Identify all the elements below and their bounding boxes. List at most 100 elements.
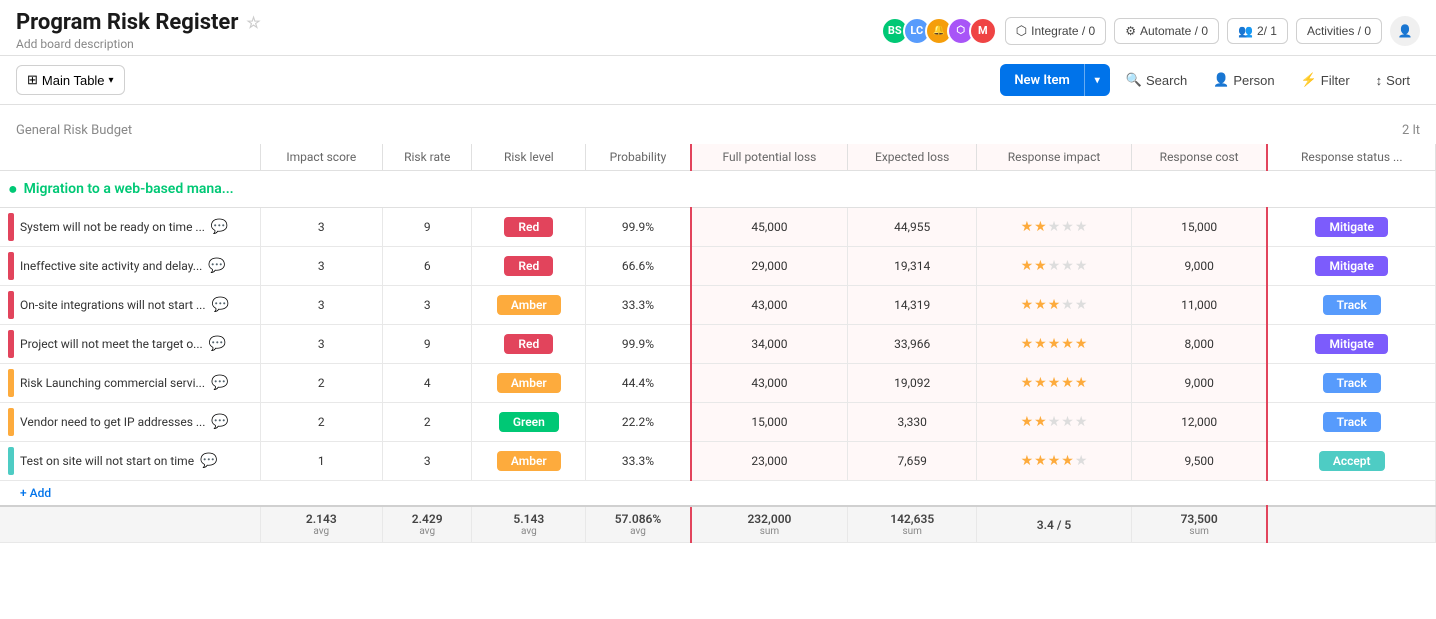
sort-button[interactable]: ↕ Sort	[1366, 67, 1420, 94]
star-2: ★	[1034, 414, 1047, 430]
star-1: ★	[1021, 258, 1034, 274]
user-icon: 👤	[1398, 24, 1413, 38]
group-header-row: ● Migration to a web-based mana...	[0, 171, 1436, 208]
row-text-0: System will not be ready on time ...	[20, 220, 205, 234]
comment-icon-3[interactable]: 💬	[209, 336, 226, 352]
status-badge-4: Track	[1323, 373, 1381, 393]
person-label: Person	[1233, 73, 1274, 88]
color-bar-3	[8, 330, 14, 358]
status-badge-2: Track	[1323, 295, 1381, 315]
footer-risk-rate-val: 2.429	[412, 512, 443, 526]
comment-icon-6[interactable]: 💬	[200, 453, 217, 469]
user-profile-button[interactable]: 👤	[1390, 16, 1420, 46]
star-1: ★	[1021, 297, 1034, 313]
filter-label: Filter	[1321, 73, 1350, 88]
comment-icon-1[interactable]: 💬	[208, 258, 225, 274]
filter-button[interactable]: ⚡ Filter	[1291, 66, 1360, 94]
risk-badge-5: Green	[499, 412, 559, 432]
footer-impact-label: avg	[313, 526, 329, 537]
cell-response-status-1: Mitigate	[1267, 247, 1435, 286]
col-header-response-cost: Response cost	[1131, 144, 1267, 171]
star-5: ★	[1075, 453, 1088, 469]
star-2: ★	[1034, 336, 1047, 352]
status-badge-1: Mitigate	[1315, 256, 1388, 276]
star-4: ★	[1061, 297, 1074, 313]
col-header-full-potential-loss: Full potential loss	[691, 144, 848, 171]
header-left: Program Risk Register ☆ Add board descri…	[16, 10, 261, 51]
cell-impact-score-5: 2	[260, 403, 383, 442]
star-2: ★	[1034, 453, 1047, 469]
col-header-expected-loss: Expected loss	[848, 144, 977, 171]
row-text-6: Test on site will not start on time	[20, 454, 194, 468]
cell-risk-rate-6: 3	[383, 442, 472, 481]
cell-risk-rate-1: 6	[383, 247, 472, 286]
activities-button[interactable]: Activities / 0	[1296, 18, 1382, 44]
cell-expected-loss-1: 19,314	[848, 247, 977, 286]
board-title-text: Program Risk Register	[16, 10, 238, 35]
risk-badge-4: Amber	[497, 373, 561, 393]
content: General Risk Budget 2 lt Impact score Ri…	[0, 105, 1436, 555]
cell-expected-loss-5: 3,330	[848, 403, 977, 442]
col-header-impact-score: Impact score	[260, 144, 383, 171]
footer-el-label: sum	[902, 526, 921, 537]
star-1: ★	[1021, 219, 1034, 235]
cell-name-4: Risk Launching commercial servi... 💬	[0, 364, 260, 403]
filter-icon: ⚡	[1301, 72, 1317, 88]
footer-risk-rate-label: avg	[419, 526, 435, 537]
cell-full-potential-loss-6: 23,000	[691, 442, 848, 481]
cell-impact-score-4: 2	[260, 364, 383, 403]
cell-full-potential-loss-5: 15,000	[691, 403, 848, 442]
person-button[interactable]: 👤 Person	[1203, 66, 1284, 94]
col-header-risk-rate: Risk rate	[383, 144, 472, 171]
new-item-button[interactable]: New Item ▾	[1000, 64, 1109, 96]
cell-response-cost-3: 8,000	[1131, 325, 1267, 364]
footer-risk-level: 5.143avg	[472, 506, 586, 543]
comment-icon-4[interactable]: 💬	[211, 375, 228, 391]
color-bar-4	[8, 369, 14, 397]
automate-button[interactable]: ⚙ Automate / 0	[1114, 18, 1219, 44]
search-button[interactable]: 🔍 Search	[1116, 66, 1197, 94]
integrate-icon: ⬡	[1016, 23, 1027, 39]
header: Program Risk Register ☆ Add board descri…	[0, 0, 1436, 56]
footer-rc-val: 73,500	[1181, 512, 1218, 526]
table-row: Test on site will not start on time 💬 1 …	[0, 442, 1436, 481]
comment-icon-2[interactable]: 💬	[212, 297, 229, 313]
cell-response-status-3: Mitigate	[1267, 325, 1435, 364]
star-2: ★	[1034, 297, 1047, 313]
group-title: Migration to a web-based mana...	[24, 181, 234, 197]
cell-name-0: System will not be ready on time ... 💬	[0, 208, 260, 247]
section-title: General Risk Budget	[16, 123, 132, 138]
board-subtitle[interactable]: Add board description	[16, 37, 261, 51]
cell-probability-5: 22.2%	[586, 403, 691, 442]
table-body: ● Migration to a web-based mana... Syste…	[0, 171, 1436, 543]
cell-risk-level-3: Red	[472, 325, 586, 364]
col-header-probability: Probability	[586, 144, 691, 171]
comment-icon-0[interactable]: 💬	[211, 219, 228, 235]
color-bar-5	[8, 408, 14, 436]
group-name[interactable]: ● Migration to a web-based mana...	[8, 179, 1427, 199]
row-text-2: On-site integrations will not start ...	[20, 298, 206, 312]
toolbar-left: ⊞ Main Table ▾	[16, 65, 125, 95]
users-button[interactable]: 👥 2/ 1	[1227, 18, 1288, 44]
add-row[interactable]: + Add	[0, 481, 1436, 507]
status-badge-0: Mitigate	[1315, 217, 1388, 237]
avatar-extra3[interactable]: M	[969, 17, 997, 45]
cell-risk-rate-4: 4	[383, 364, 472, 403]
sort-label: Sort	[1386, 73, 1410, 88]
cell-full-potential-loss-3: 34,000	[691, 325, 848, 364]
cell-probability-4: 44.4%	[586, 364, 691, 403]
risk-badge-3: Red	[504, 334, 553, 354]
new-item-arrow-icon: ▾	[1085, 68, 1110, 93]
integrate-button[interactable]: ⬡ Integrate / 0	[1005, 17, 1106, 45]
sort-icon: ↕	[1376, 73, 1383, 88]
star-3: ★	[1048, 414, 1061, 430]
cell-risk-rate-3: 9	[383, 325, 472, 364]
cell-response-impact-6: ★★★★★	[977, 442, 1132, 481]
main-table-button[interactable]: ⊞ Main Table ▾	[16, 65, 125, 95]
comment-icon-5[interactable]: 💬	[211, 414, 228, 430]
footer-rc-label: sum	[1189, 526, 1208, 537]
cell-probability-0: 99.9%	[586, 208, 691, 247]
favorite-star-icon[interactable]: ☆	[246, 13, 260, 32]
color-bar-2	[8, 291, 14, 319]
add-row-label[interactable]: + Add	[0, 481, 1436, 507]
